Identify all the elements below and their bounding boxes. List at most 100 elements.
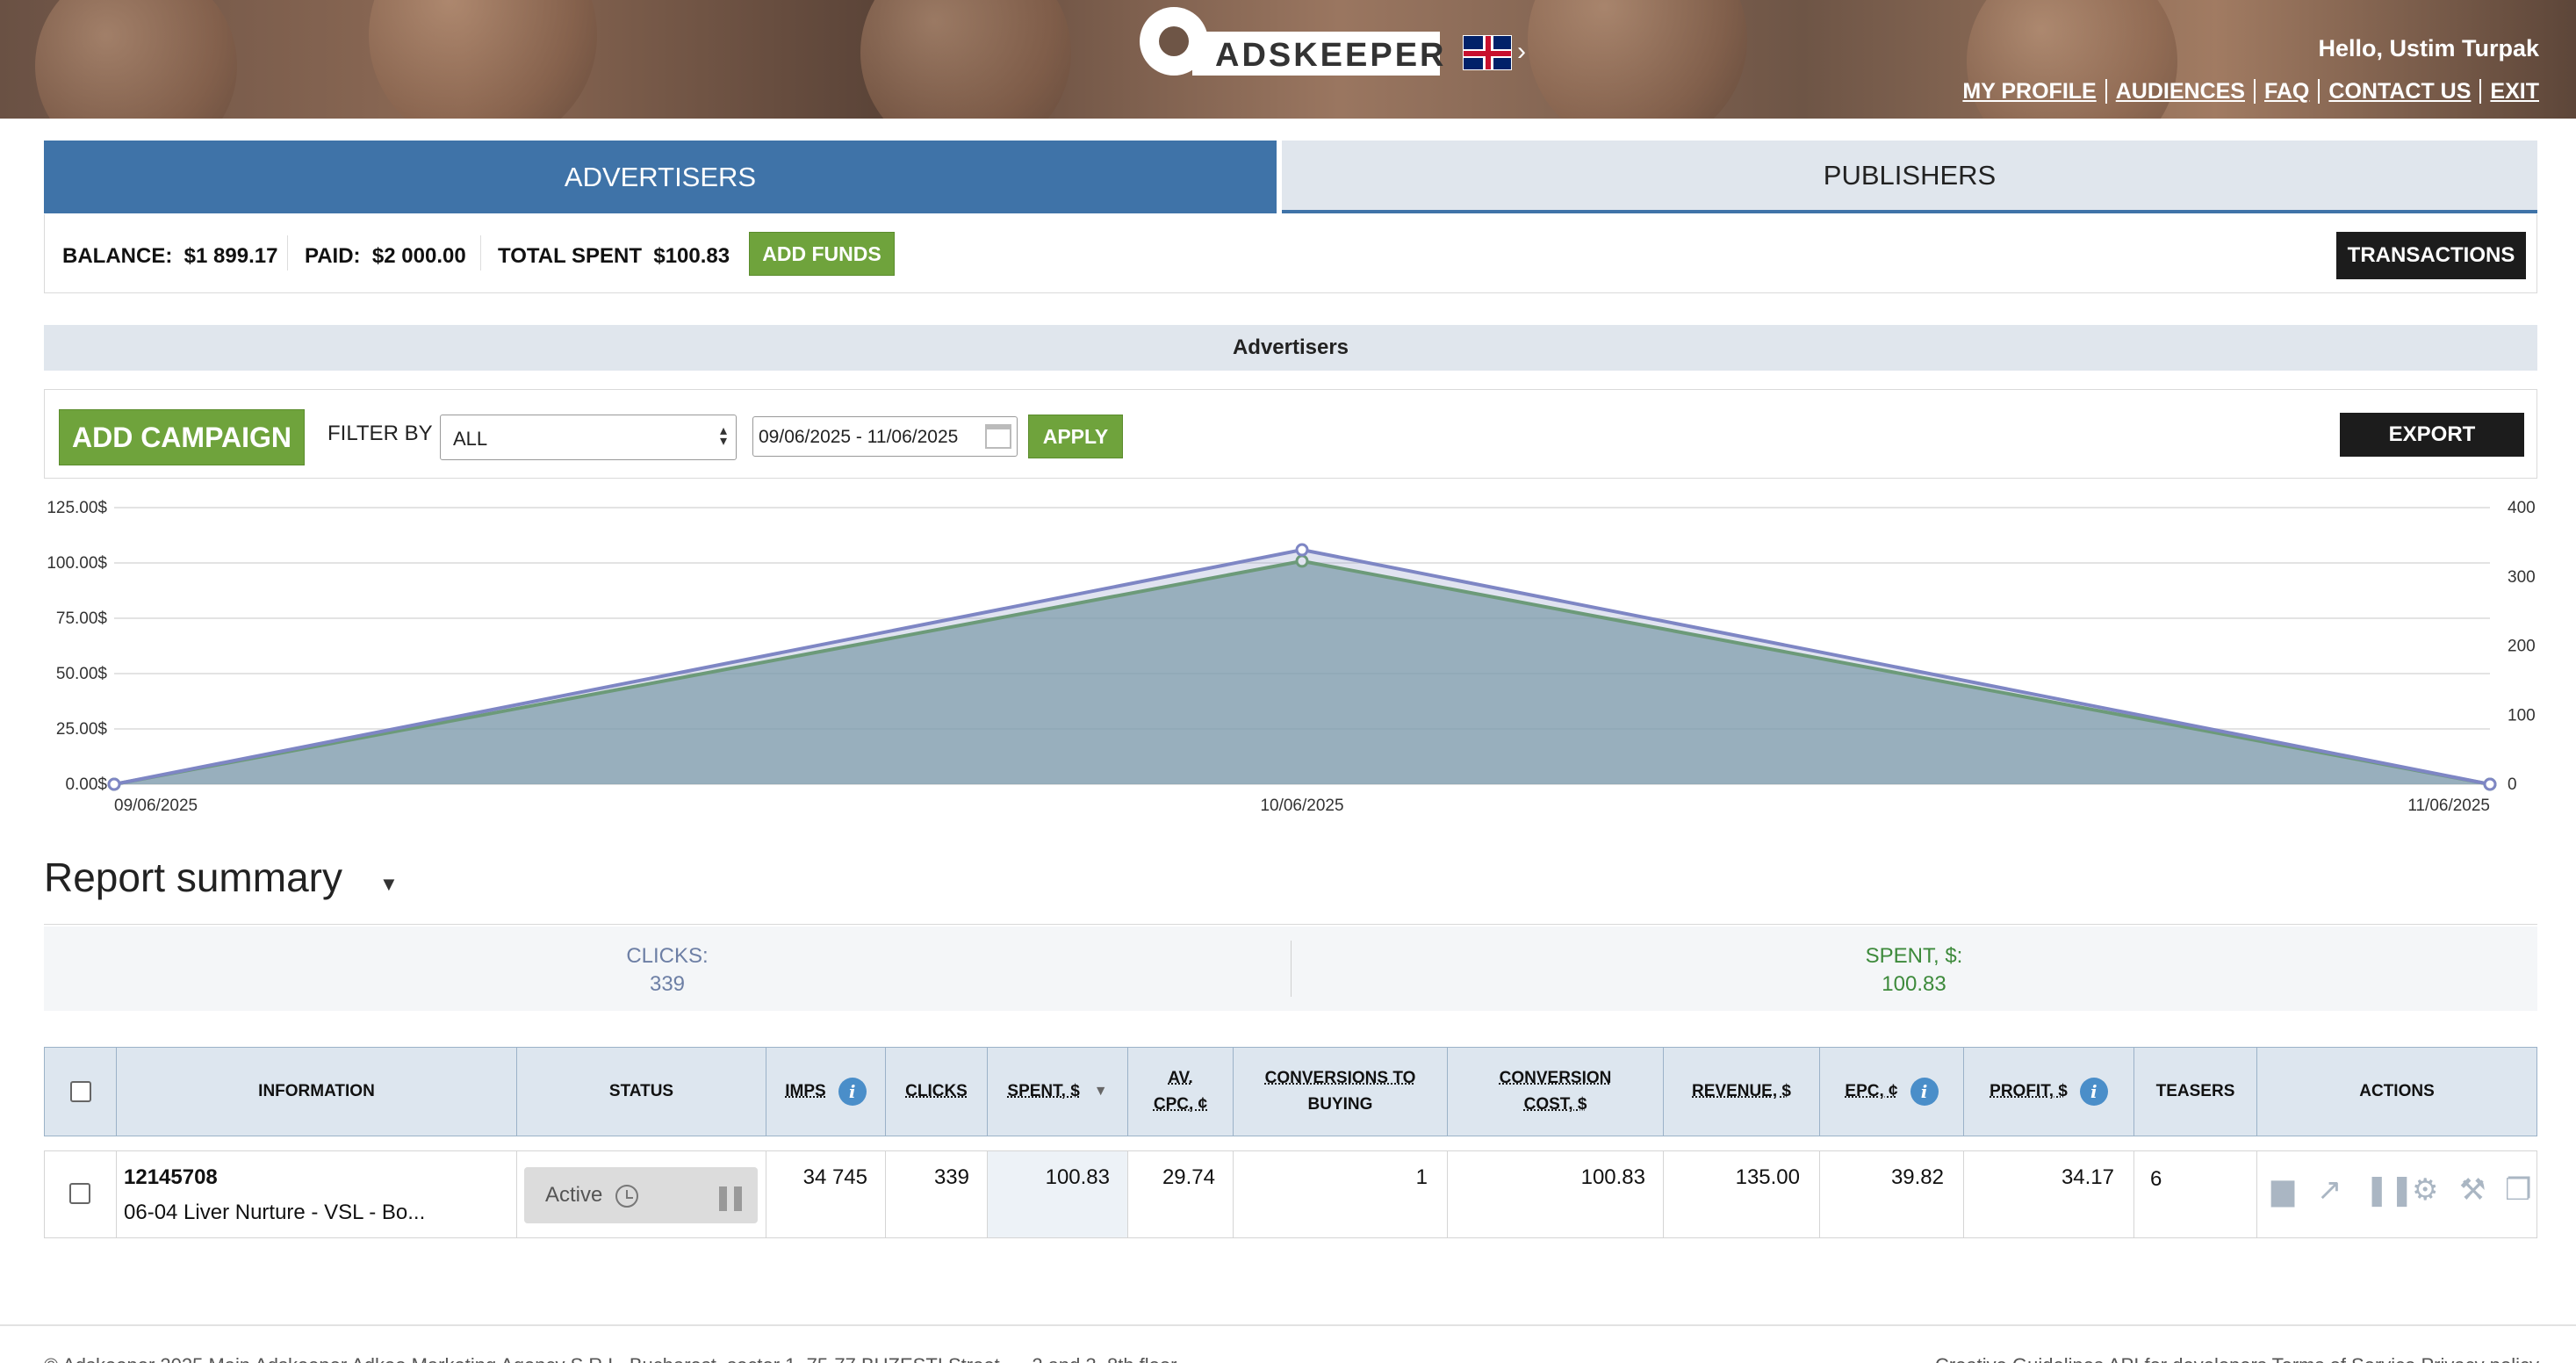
report-summary-title[interactable]: Report summary: [44, 854, 342, 901]
header-background-coin: [860, 0, 1071, 119]
data-point: [109, 779, 119, 790]
y-left-tick-label: 75.00$: [56, 609, 108, 628]
schedule-clock-icon[interactable]: [615, 1185, 638, 1208]
paid-info: PAID: $2 000.00: [305, 244, 466, 269]
col-profit[interactable]: PROFIT, $ i: [1964, 1048, 2134, 1136]
top-nav-links: MY PROFILE AUDIENCES FAQ CONTACT US EXIT: [1954, 79, 2539, 104]
select-all-checkbox[interactable]: [70, 1081, 91, 1102]
export-button[interactable]: EXPORT: [2340, 413, 2524, 457]
cell-av-cpc: 29.74: [1162, 1165, 1215, 1190]
document-icon[interactable]: ▆: [2271, 1172, 2294, 1208]
cell-revenue: 135.00: [1736, 1165, 1800, 1190]
col-status: STATUS: [517, 1048, 766, 1136]
row-actions: ▆ ↗ ❚❚ ⚙ ⚒ ❐: [2257, 1151, 2536, 1237]
x-tick-label: 10/06/2025: [1260, 797, 1343, 815]
add-funds-button[interactable]: ADD FUNDS: [749, 232, 895, 276]
col-information: INFORMATION: [117, 1048, 517, 1136]
footer-links[interactable]: Creative Guidelines API for developers T…: [1935, 1354, 2539, 1363]
uk-flag-icon[interactable]: [1463, 35, 1512, 70]
col-conversions[interactable]: CONVERSIONS TO BUYING: [1234, 1048, 1448, 1136]
cell-spent: 100.83: [1046, 1165, 1110, 1190]
col-epc[interactable]: EPC, ¢ i: [1820, 1048, 1964, 1136]
data-point: [1297, 544, 1307, 555]
filter-by-label: FILTER BY: [327, 422, 433, 446]
paid-value: $2 000.00: [372, 244, 466, 268]
data-point: [2485, 779, 2495, 790]
col-imps[interactable]: IMPS i: [766, 1048, 886, 1136]
pause-icon[interactable]: [719, 1186, 742, 1211]
header-background-coin: [35, 0, 237, 119]
series-area: [114, 550, 2490, 784]
header-background-coin: [369, 0, 597, 119]
transactions-button[interactable]: TRANSACTIONS: [2336, 232, 2526, 279]
y-right-tick-label: 200: [2508, 638, 2536, 656]
col-actions: ACTIONS: [2257, 1048, 2536, 1136]
link-my-profile[interactable]: MY PROFILE: [1954, 79, 2105, 104]
col-conversion-cost[interactable]: CONVERSION COST, $: [1448, 1048, 1664, 1136]
status-badge: Active: [524, 1167, 758, 1223]
select-arrows-icon: ▴ ▾: [720, 426, 727, 447]
section-title: Advertisers: [44, 325, 2537, 371]
cell-profit: 34.17: [2062, 1165, 2114, 1190]
summary-clicks: CLICKS: 339: [44, 942, 1291, 999]
logo-text: ADSKEEPER: [1215, 37, 1447, 75]
summary-spent: SPENT, $: 100.83: [1291, 942, 2537, 999]
balance-bar: BALANCE: $1 899.17 PAID: $2 000.00 TOTAL…: [44, 214, 2537, 293]
y-left-tick-label: 25.00$: [56, 720, 108, 739]
trend-chart-icon[interactable]: ↗: [2317, 1172, 2342, 1208]
cell-imps: 34 745: [803, 1165, 867, 1190]
link-contact-us[interactable]: CONTACT US: [2318, 79, 2479, 104]
user-greeting: Hello, Ustim Turpak: [2318, 35, 2539, 62]
link-exit[interactable]: EXIT: [2479, 79, 2539, 104]
report-summary-panel: CLICKS: 339 SPENT, $: 100.83: [44, 927, 2537, 1011]
col-revenue[interactable]: REVENUE, $: [1664, 1048, 1820, 1136]
link-faq[interactable]: FAQ: [2254, 79, 2318, 104]
col-clicks[interactable]: CLICKS: [886, 1048, 988, 1136]
col-av-cpc[interactable]: AV. CPC, ¢: [1128, 1048, 1234, 1136]
y-right-tick-label: 0: [2508, 775, 2517, 794]
adskeeper-logo[interactable]: ADSKEEPER: [1140, 7, 1440, 76]
filter-select[interactable]: ALL ▴ ▾: [440, 415, 737, 460]
campaign-info[interactable]: 12145708 06-04 Liver Nurture - VSL - Bo.…: [117, 1151, 517, 1237]
footer-copyright: © Adskeeper 2025 Main Adskeeper Adkeo Ma…: [44, 1354, 1176, 1363]
y-right-tick-label: 300: [2508, 568, 2536, 587]
hammer-icon[interactable]: ⚒: [2459, 1172, 2486, 1208]
cell-conversion-cost: 100.83: [1581, 1165, 1645, 1190]
add-campaign-button[interactable]: ADD CAMPAIGN: [59, 409, 305, 465]
caret-down-icon[interactable]: ▼: [379, 873, 399, 896]
tab-publishers[interactable]: PUBLISHERS: [1282, 141, 2537, 213]
total-spent-value: $100.83: [653, 244, 730, 268]
language-chevron-icon[interactable]: ›: [1517, 37, 1526, 67]
pause-campaign-icon[interactable]: ❚❚: [2364, 1172, 2414, 1208]
main-tabs: ADVERTISERS PUBLISHERS: [44, 141, 2537, 213]
gear-icon[interactable]: ⚙: [2412, 1172, 2438, 1208]
copy-icon[interactable]: ❐: [2505, 1172, 2531, 1208]
calendar-icon[interactable]: [985, 424, 1011, 449]
y-right-tick-label: 400: [2508, 499, 2536, 517]
table-row: 12145708 06-04 Liver Nurture - VSL - Bo.…: [44, 1150, 2537, 1238]
y-left-tick-label: 0.00$: [65, 775, 107, 794]
y-right-tick-label: 100: [2508, 706, 2536, 725]
campaign-name[interactable]: 06-04 Liver Nurture - VSL - Bo...: [124, 1201, 425, 1225]
tab-advertisers[interactable]: ADVERTISERS: [44, 141, 1277, 213]
cell-clicks: 339: [934, 1165, 969, 1190]
balance-value: $1 899.17: [184, 244, 278, 268]
cell-conversions: 1: [1416, 1165, 1428, 1190]
table-header: INFORMATION STATUS IMPS i CLICKS SPENT, $…: [44, 1047, 2537, 1136]
apply-button[interactable]: APPLY: [1028, 415, 1123, 458]
cell-teasers[interactable]: 6: [2150, 1167, 2162, 1192]
sort-desc-icon[interactable]: ▼: [1094, 1078, 1108, 1105]
campaign-id[interactable]: 12145708: [124, 1165, 218, 1190]
info-icon[interactable]: i: [838, 1078, 867, 1106]
info-icon[interactable]: i: [1910, 1078, 1939, 1106]
date-range-input[interactable]: 09/06/2025 - 11/06/2025: [752, 416, 1018, 457]
y-left-tick-label: 50.00$: [56, 665, 108, 683]
filter-bar: ADD CAMPAIGN FILTER BY ALL ▴ ▾ 09/06/2025…: [44, 389, 2537, 479]
info-icon[interactable]: i: [2080, 1078, 2108, 1106]
col-spent[interactable]: SPENT, $ ▼: [988, 1048, 1128, 1136]
total-spent-info: TOTAL SPENT $100.83: [498, 244, 730, 269]
row-checkbox[interactable]: [69, 1183, 90, 1204]
y-left-tick-label: 100.00$: [47, 554, 107, 573]
x-tick-label: 09/06/2025: [114, 797, 198, 815]
link-audiences[interactable]: AUDIENCES: [2105, 79, 2254, 104]
